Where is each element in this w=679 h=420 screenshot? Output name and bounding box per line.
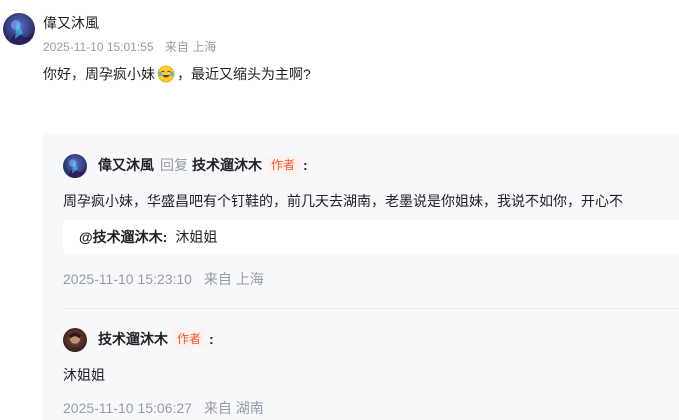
quoted-username[interactable]: @技术遛沐木: — [79, 227, 167, 247]
comment-username[interactable]: 偉又沐風 — [43, 13, 99, 33]
divider — [63, 308, 679, 309]
reply-colon: : — [303, 157, 308, 173]
comment-text-part1: 你好，周孕疯小妹 — [43, 66, 155, 82]
author-badge: 作者 — [173, 330, 206, 348]
reply-avatar[interactable] — [63, 328, 87, 352]
reply-username[interactable]: 技术遛沐木 — [98, 329, 168, 349]
reply-time: 2025-11-10 15:06:27 — [63, 400, 192, 416]
reply-verb: 回复 — [160, 157, 188, 173]
reply-header: 技术遛沐木 作者 : — [98, 329, 214, 349]
comment-location: 来自 上海 — [164, 40, 217, 54]
reply-colon: : — [209, 331, 214, 347]
reply-location: 来自 湖南 — [203, 400, 264, 416]
comment-meta: 2025-11-10 15:01:55 来自 上海 — [43, 38, 224, 55]
reply-text: 周孕疯小妹，华盛昌吧有个钉鞋的，前几天去湖南，老墨说是你姐妹，我说不如你，开心不 — [63, 193, 623, 209]
reply-time: 2025-11-10 15:23:10 — [63, 271, 192, 287]
reply-text: 沐姐姐 — [63, 367, 105, 383]
reply-location: 来自 上海 — [203, 271, 264, 287]
reply-target-username[interactable]: 技术遛沐木 — [192, 155, 262, 175]
comment-time: 2025-11-10 15:01:55 — [43, 40, 154, 54]
reply-meta: 2025-11-10 15:06:27 来自 湖南 — [63, 398, 272, 418]
reply-meta: 2025-11-10 15:23:10 来自 上海 — [63, 269, 272, 289]
replies-panel: 偉又沐風 回复 技术遛沐木 作者 : 周孕疯小妹，华盛昌吧有个钉鞋的，前几天去湖… — [43, 134, 679, 420]
comment-text: 你好，周孕疯小妹 ，最近又缩头为主啊? — [43, 64, 311, 84]
quoted-text: 沐姐姐 — [175, 229, 218, 245]
reply-username[interactable]: 偉又沐風 — [98, 155, 154, 175]
laughing-crying-emoji-icon — [157, 65, 175, 83]
author-badge: 作者 — [267, 156, 300, 174]
quoted-reply: @技术遛沐木: 沐姐姐 — [63, 220, 679, 254]
comment-text-part2: ，最近又缩头为主啊? — [177, 66, 311, 82]
user-avatar[interactable] — [3, 13, 35, 45]
reply-avatar[interactable] — [63, 154, 87, 178]
reply-header: 偉又沐風 回复 技术遛沐木 作者 : — [98, 155, 308, 175]
